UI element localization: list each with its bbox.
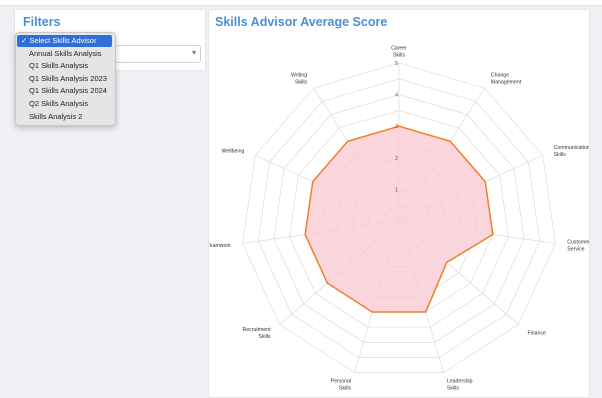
tick-label: 5 <box>395 61 398 67</box>
axis-label: Skills <box>339 386 352 392</box>
dropdown-option[interactable]: Q2 Skills Analysis <box>17 98 112 110</box>
axis-label: Recruitment <box>243 327 272 333</box>
dropdown-option[interactable]: Q1 Skills Analysis <box>17 60 112 72</box>
chevron-down-icon: ▾ <box>191 48 196 57</box>
axis-label: Skills <box>554 152 567 158</box>
axis-label: Communication <box>554 145 589 151</box>
axis-label: Skills <box>295 79 308 85</box>
axis-label: Career <box>391 46 407 52</box>
dropdown-option[interactable]: Skills Analysis 2 <box>17 111 112 123</box>
skills-advisor-dropdown-menu[interactable]: ✓ Select Skills Advisor Annual Skills Ana… <box>15 32 116 126</box>
axis-label: Skills <box>447 386 460 392</box>
dropdown-option[interactable]: Q1 Skills Analysis 2023 <box>17 73 112 85</box>
axis-label: Personal <box>331 379 351 385</box>
radar-chart: 12345CareerSkillsChangeManagementCommuni… <box>209 46 589 392</box>
skills-advisor-select[interactable]: ▾ <box>115 45 201 63</box>
axis-label: Leadership <box>447 379 473 385</box>
axis-label: Skills <box>393 53 406 59</box>
series-area <box>304 125 494 313</box>
axis-label: Skills <box>258 334 271 340</box>
tick-label: 3 <box>395 124 398 130</box>
filters-title: Filters <box>23 15 61 29</box>
axis-label: Teamwork <box>209 243 231 249</box>
axis-label: Wellbeing <box>222 148 245 154</box>
axis-label: Customer <box>567 240 589 246</box>
tick-label: 2 <box>395 156 398 162</box>
chart-panel: Skills Advisor Average Score 1 2 3 4 5 Career… <box>208 9 590 398</box>
tick-label: 4 <box>395 93 398 99</box>
axis-label: Management <box>491 79 522 85</box>
dropdown-option[interactable]: ✓ Select Skills Advisor <box>17 35 112 47</box>
axis-label: Service <box>567 247 584 253</box>
dropdown-option[interactable]: Q1 Skills Analysis 2024 <box>17 85 112 97</box>
axis-label: Finance <box>527 330 546 336</box>
dropdown-option[interactable]: Annual Skills Analysis <box>17 48 112 60</box>
axis-label: Change <box>491 72 509 78</box>
tick-label: 1 <box>395 187 398 193</box>
top-bar <box>0 0 602 6</box>
axis-label: Writing <box>291 72 307 78</box>
